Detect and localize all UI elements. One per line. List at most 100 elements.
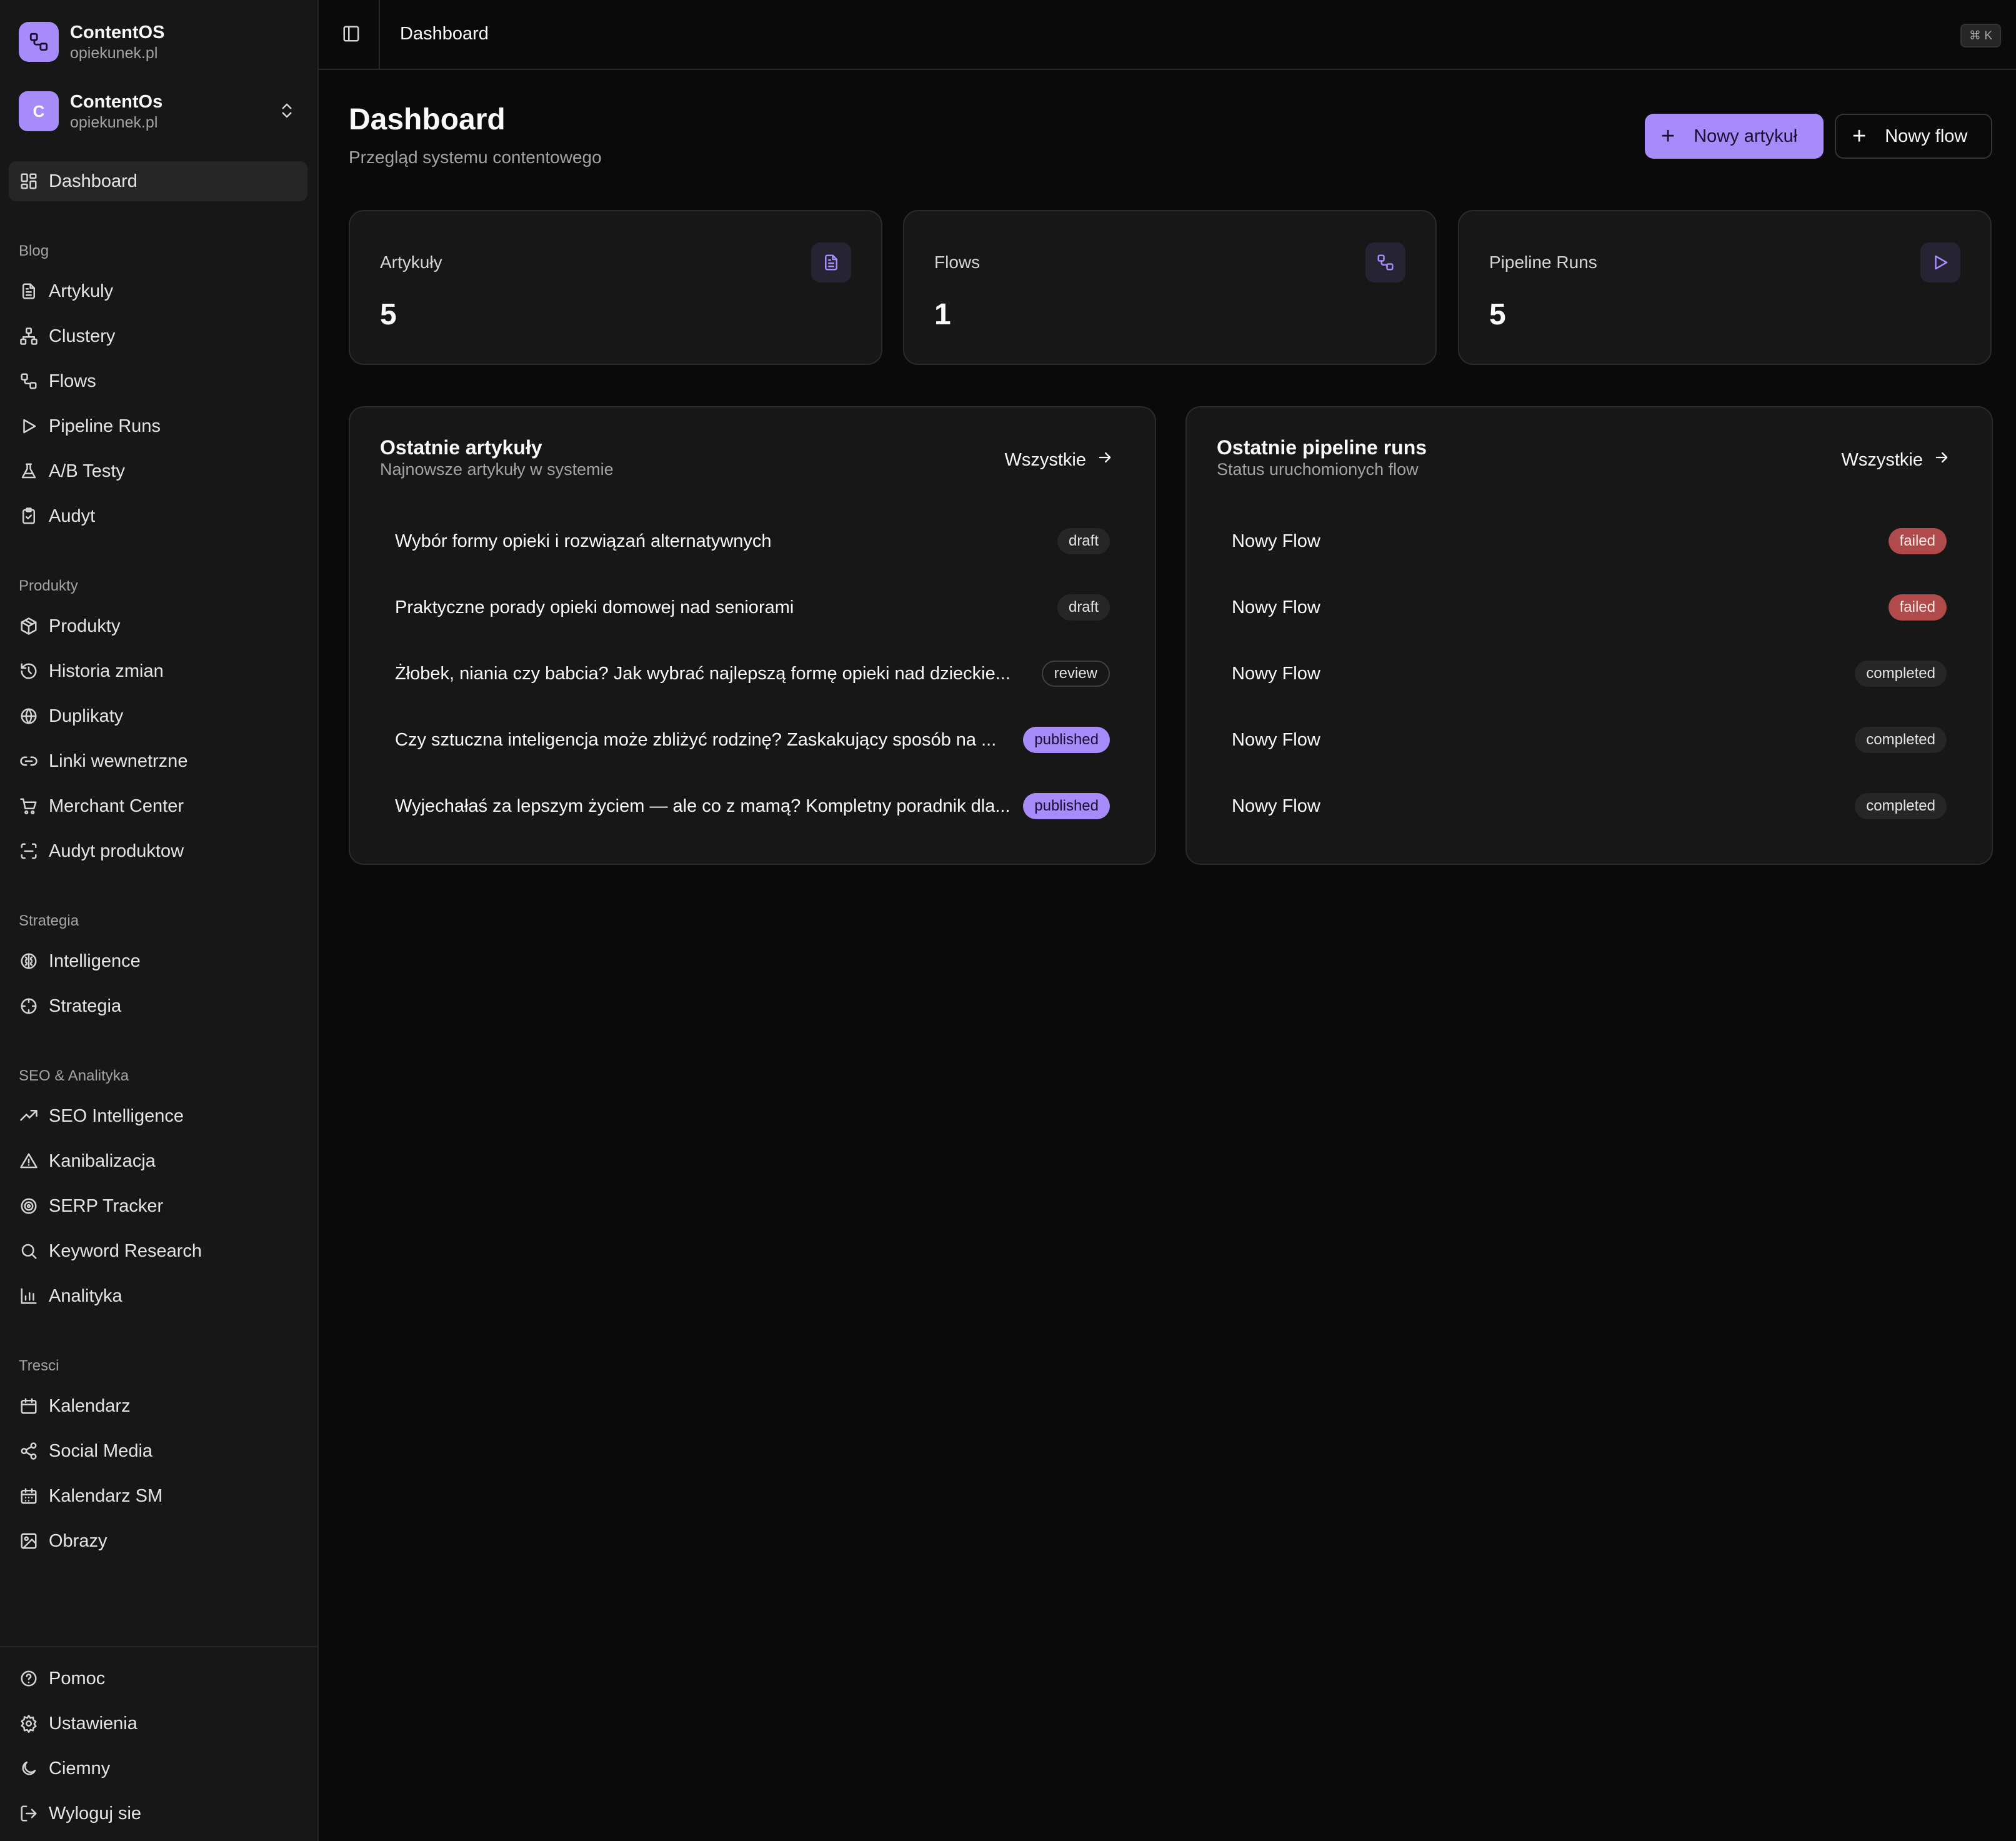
view-all-label: Wszystkie xyxy=(1841,449,1924,470)
sidebar-item-kanibalizacja[interactable]: Kanibalizacja xyxy=(19,1146,156,1176)
article-title: Praktyczne porady opieki domowej nad sen… xyxy=(395,597,794,617)
status-badge: completed xyxy=(1855,661,1947,687)
play-icon xyxy=(1920,242,1960,282)
article-row[interactable]: Wyjechałaś za lepszym życiem — ale co z … xyxy=(395,787,1110,825)
sidebar-item-artykuly[interactable]: Artykuly xyxy=(19,276,113,306)
run-title: Nowy Flow xyxy=(1232,796,1320,816)
run-title: Nowy Flow xyxy=(1232,597,1320,617)
pipeline-run-row[interactable]: Nowy Flow failed xyxy=(1232,589,1947,626)
stat-card-pipeline-runs: Pipeline Runs 5 xyxy=(1458,210,1992,365)
new-article-button[interactable]: + Nowy artykuł xyxy=(1645,114,1824,159)
sidebar-item-obrazy[interactable]: Obrazy xyxy=(19,1526,107,1556)
article-title: Żłobek, niania czy babcia? Jak wybrać na… xyxy=(395,663,1010,684)
stat-label: Artykuły xyxy=(380,252,442,272)
history-icon xyxy=(19,661,39,681)
sidebar: ContentOS opiekunek.pl C ContentOs opiek… xyxy=(0,0,319,1841)
sidebar-item-pomoc[interactable]: Pomoc xyxy=(19,1664,105,1694)
sidebar-item-label: Flows xyxy=(49,371,96,391)
article-title: Wyjechałaś za lepszym życiem — ale co z … xyxy=(395,796,1010,816)
recent-pipeline-runs-panel: Ostatnie pipeline runs Status uruchomion… xyxy=(1185,406,1993,865)
pipeline-run-row[interactable]: Nowy Flow completed xyxy=(1232,787,1947,825)
article-row[interactable]: Czy sztuczna inteligencja może zbliżyć r… xyxy=(395,721,1110,759)
app-root: ContentOS opiekunek.pl C ContentOs opiek… xyxy=(0,0,2016,1841)
bar-chart-icon xyxy=(19,1286,39,1306)
sidebar-item-label: Strategia xyxy=(49,995,122,1016)
sidebar-item-label: Keyword Research xyxy=(49,1240,202,1261)
sidebar-item-label: Clustery xyxy=(49,326,116,346)
shopping-cart-icon xyxy=(19,796,39,816)
brand-logo-icon xyxy=(19,22,59,62)
sidebar-toggle-button[interactable] xyxy=(337,21,365,49)
status-badge: completed xyxy=(1855,727,1947,753)
sidebar-item-label: Historia zmian xyxy=(49,661,164,681)
sidebar-item-wyloguj[interactable]: Wyloguj sie xyxy=(19,1799,141,1829)
view-all-runs-link[interactable]: Wszystkie xyxy=(1842,449,1951,471)
sidebar-item-clustery[interactable]: Clustery xyxy=(19,321,115,351)
view-all-articles-link[interactable]: Wszystkie xyxy=(1005,449,1114,471)
chevrons-up-down-icon xyxy=(277,101,296,123)
panel-title: Ostatnie pipeline runs xyxy=(1217,436,1427,459)
nav-section-tresci: Tresci xyxy=(19,1357,59,1374)
arrow-right-icon xyxy=(1923,449,1950,471)
sidebar-item-merchant-center[interactable]: Merchant Center xyxy=(19,791,184,821)
sidebar-item-produkty[interactable]: Produkty xyxy=(19,611,120,641)
sidebar-item-label: Kalendarz SM xyxy=(49,1485,163,1506)
crosshair-icon xyxy=(19,996,39,1016)
sidebar-item-label: Dashboard xyxy=(49,171,137,191)
alert-triangle-icon xyxy=(19,1151,39,1171)
target-icon xyxy=(19,1196,39,1216)
brand[interactable]: ContentOS opiekunek.pl xyxy=(19,21,164,62)
pipeline-run-row[interactable]: Nowy Flow completed xyxy=(1232,655,1947,692)
panel-left-icon xyxy=(342,24,361,46)
sidebar-item-duplikaty[interactable]: Duplikaty xyxy=(19,701,123,731)
article-title: Wybór formy opieki i rozwiązań alternaty… xyxy=(395,531,772,551)
sidebar-item-audyt[interactable]: Audyt xyxy=(19,501,95,531)
sidebar-item-ab-testy[interactable]: A/B Testy xyxy=(19,456,125,486)
sidebar-item-theme-toggle[interactable]: Ciemny xyxy=(19,1754,110,1784)
command-palette-shortcut[interactable]: ⌘ K xyxy=(1960,24,2001,47)
brand-title: ContentOS xyxy=(70,22,165,42)
sidebar-item-intelligence[interactable]: Intelligence xyxy=(19,946,141,976)
run-title: Nowy Flow xyxy=(1232,729,1320,750)
search-icon xyxy=(19,1241,39,1261)
sidebar-item-label: Kanibalizacja xyxy=(49,1150,156,1171)
sidebar-item-audyt-produktow[interactable]: Audyt produktow xyxy=(19,836,184,866)
sidebar-item-seo-intelligence[interactable]: SEO Intelligence xyxy=(19,1101,184,1131)
new-article-label: Nowy artykuł xyxy=(1694,126,1798,146)
sidebar-item-label: Obrazy xyxy=(49,1530,107,1551)
sidebar-item-flows[interactable]: Flows xyxy=(19,366,96,396)
calendar-days-icon xyxy=(19,1486,39,1506)
new-flow-button[interactable]: + Nowy flow xyxy=(1835,114,1992,159)
sidebar-item-label: Pomoc xyxy=(49,1668,106,1689)
sidebar-item-dashboard[interactable]: Dashboard xyxy=(19,166,137,196)
workspace-name: ContentOs xyxy=(70,92,163,112)
pipeline-run-row[interactable]: Nowy Flow failed xyxy=(1232,522,1947,560)
workspace-switcher[interactable]: C ContentOs opiekunek.pl xyxy=(19,90,300,132)
article-row[interactable]: Praktyczne porady opieki domowej nad sen… xyxy=(395,589,1110,626)
help-circle-icon xyxy=(19,1669,39,1689)
workflow-icon xyxy=(19,371,39,391)
article-row[interactable]: Wybór formy opieki i rozwiązań alternaty… xyxy=(395,522,1110,560)
sidebar-item-historia-zmian[interactable]: Historia zmian xyxy=(19,656,164,686)
sidebar-item-keyword-research[interactable]: Keyword Research xyxy=(19,1236,202,1266)
brain-icon xyxy=(19,951,39,971)
sidebar-item-pipeline-runs[interactable]: Pipeline Runs xyxy=(19,411,161,441)
sidebar-item-kalendarz-sm[interactable]: Kalendarz SM xyxy=(19,1481,162,1511)
new-flow-label: Nowy flow xyxy=(1885,126,1968,146)
article-row[interactable]: Żłobek, niania czy babcia? Jak wybrać na… xyxy=(395,655,1110,692)
sidebar-item-serp-tracker[interactable]: SERP Tracker xyxy=(19,1191,163,1221)
sidebar-item-linki-wewnetrzne[interactable]: Linki wewnetrzne xyxy=(19,746,187,776)
pipeline-run-row[interactable]: Nowy Flow completed xyxy=(1232,721,1947,759)
sidebar-divider xyxy=(0,1646,317,1647)
sidebar-item-strategia[interactable]: Strategia xyxy=(19,991,121,1021)
sidebar-item-social-media[interactable]: Social Media xyxy=(19,1436,152,1466)
workflow-icon xyxy=(1365,242,1405,282)
sidebar-item-analityka[interactable]: Analityka xyxy=(19,1281,122,1311)
stat-value: 1 xyxy=(934,298,951,331)
dashboard-icon xyxy=(19,171,39,191)
run-title: Nowy Flow xyxy=(1232,663,1320,684)
sidebar-item-kalendarz[interactable]: Kalendarz xyxy=(19,1391,131,1421)
sidebar-item-label: A/B Testy xyxy=(49,461,125,481)
sidebar-item-ustawienia[interactable]: Ustawienia xyxy=(19,1709,137,1739)
page-title: Dashboard xyxy=(349,103,506,136)
